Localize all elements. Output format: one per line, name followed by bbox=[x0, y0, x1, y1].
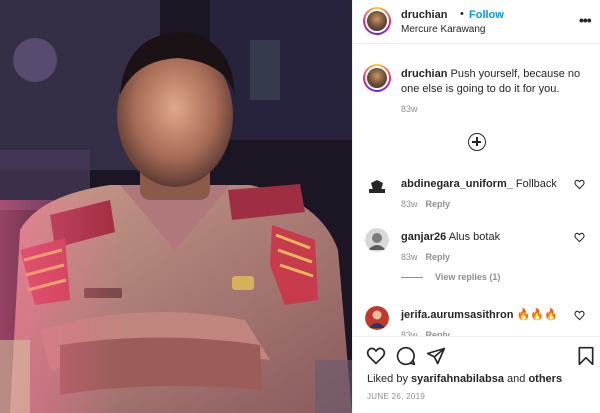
avatar-photo bbox=[365, 228, 389, 252]
avatar-photo bbox=[365, 306, 389, 330]
comment-like-heart-icon[interactable] bbox=[574, 179, 585, 190]
likes-others-link[interactable]: others bbox=[528, 373, 562, 385]
location-link[interactable]: Mercure Karawang bbox=[401, 24, 485, 35]
comment-body: Follback bbox=[515, 178, 557, 190]
bookmark-icon[interactable] bbox=[577, 346, 595, 366]
author-avatar[interactable] bbox=[363, 7, 391, 35]
comment-icon[interactable] bbox=[396, 346, 416, 366]
comment-username[interactable]: ganjar26 bbox=[401, 231, 446, 243]
commenter-avatar[interactable] bbox=[365, 306, 389, 330]
post-image bbox=[0, 0, 352, 413]
separator-dot: • bbox=[460, 8, 464, 20]
view-replies-label: View replies (1) bbox=[435, 272, 501, 282]
caption-text: druchian Push yourself, because no one e… bbox=[401, 67, 591, 97]
comment-body: 🔥🔥🔥 bbox=[516, 309, 558, 321]
comment-username[interactable]: abdinegara_uniform_ bbox=[401, 178, 513, 190]
post-date[interactable]: JUNE 26, 2019 bbox=[367, 392, 425, 401]
comment-username[interactable]: jerifa.aurumsasithron bbox=[401, 309, 513, 321]
replies-divider-line bbox=[401, 277, 423, 279]
post-actions: Liked by syarifahnabilabsa and others JU… bbox=[353, 336, 600, 413]
liker-username[interactable]: syarifahnabilabsa bbox=[411, 373, 504, 385]
share-icon[interactable] bbox=[426, 346, 446, 366]
comment-text: jerifa.aurumsasithron 🔥🔥🔥 bbox=[401, 308, 571, 322]
uniform-logo-icon bbox=[365, 175, 389, 199]
heart-icon[interactable] bbox=[366, 346, 386, 366]
likes-middle: and bbox=[503, 373, 529, 385]
comment-time[interactable]: 83w bbox=[401, 252, 418, 262]
likes-prefix: Liked by bbox=[367, 373, 412, 385]
author-username[interactable]: druchian bbox=[401, 9, 447, 21]
caption-username[interactable]: druchian bbox=[401, 68, 447, 80]
comment-text: ganjar26 Alus botak bbox=[401, 230, 571, 244]
comment-text: abdinegara_uniform_ Follback bbox=[401, 177, 571, 191]
comment-like-heart-icon[interactable] bbox=[574, 310, 585, 321]
likes-summary: Liked by syarifahnabilabsa and others bbox=[367, 373, 562, 385]
comment-time[interactable]: 83w bbox=[401, 199, 418, 209]
comment-meta: 83w Reply bbox=[401, 252, 450, 262]
caption-time[interactable]: 83w bbox=[401, 104, 418, 114]
caption-avatar[interactable] bbox=[363, 64, 391, 92]
post-photo[interactable] bbox=[0, 0, 352, 413]
reply-button[interactable]: Reply bbox=[426, 199, 451, 209]
commenter-avatar[interactable] bbox=[365, 175, 389, 199]
post-header: druchian • Follow Mercure Karawang ••• bbox=[353, 0, 600, 44]
comment-body: Alus botak bbox=[448, 231, 501, 243]
follow-button[interactable]: Follow bbox=[469, 9, 504, 21]
more-options-icon[interactable]: ••• bbox=[579, 12, 592, 28]
view-replies-button[interactable]: View replies (1) bbox=[401, 272, 500, 282]
commenter-avatar[interactable] bbox=[365, 228, 389, 252]
load-more-comments-icon[interactable] bbox=[468, 133, 486, 151]
comment-meta: 83w Reply bbox=[401, 199, 450, 209]
comment-like-heart-icon[interactable] bbox=[574, 232, 585, 243]
post-panel: druchian • Follow Mercure Karawang ••• d… bbox=[352, 0, 600, 413]
reply-button[interactable]: Reply bbox=[426, 252, 451, 262]
